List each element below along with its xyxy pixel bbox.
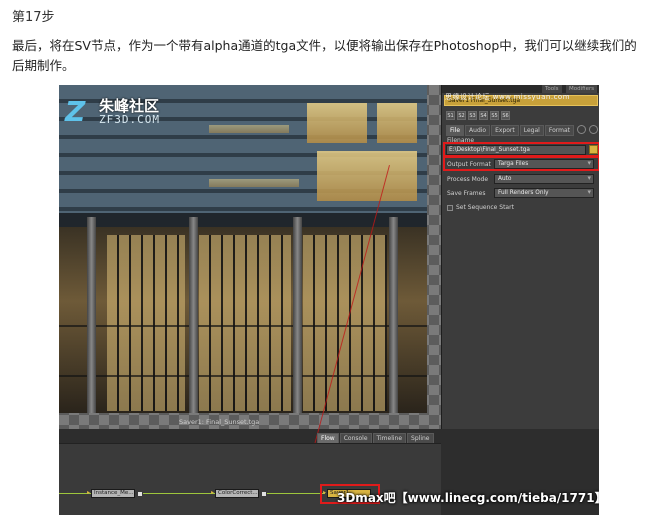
wire-arrow-icon: ▸ — [211, 489, 215, 496]
node-instance[interactable]: Instance_Me... — [91, 489, 135, 498]
bottom-watermark: 3Dmax吧【www.linecg.com/tieba/1771】 — [337, 491, 599, 505]
flow-wire — [267, 493, 325, 494]
wire-arrow-icon: ▸ — [87, 489, 91, 496]
chip-s4[interactable]: S4 — [479, 111, 488, 120]
article-description: 最后，将在SV节点，作为一个带有alpha通道的tga文件，以便将输出保存在Ph… — [12, 38, 637, 73]
highlight-filename — [443, 142, 599, 157]
node-colorcorrect[interactable]: ColorCorrect... — [215, 489, 259, 498]
tab-modifiers[interactable]: Modifiers — [566, 85, 598, 93]
save-frames-label: Save Frames — [447, 190, 486, 197]
screenshot-fusion: Z 朱峰社区 ZF3D.COM Saver1: Final_Sunset.tga… — [59, 85, 599, 515]
chip-s5[interactable]: S5 — [490, 111, 499, 120]
chip-s2[interactable]: S2 — [457, 111, 466, 120]
chip-s6[interactable]: S6 — [501, 111, 510, 120]
logo-z-icon: Z — [65, 95, 86, 128]
radiation-icon[interactable] — [577, 125, 586, 134]
version-chips: S1 S2 S3 S4 S5 S6 — [446, 111, 510, 120]
process-mode-label: Process Mode — [447, 176, 489, 183]
set-sequence-start-checkbox[interactable] — [447, 204, 453, 211]
set-sequence-start-row[interactable]: Set Sequence Start — [447, 204, 514, 211]
watermark-top: 思缘设计论坛 www.missyuan.com — [445, 93, 571, 101]
step-title: 第17步 — [12, 10, 55, 25]
tab-audio[interactable]: Audio — [465, 125, 491, 136]
logo-text-cn: 朱峰社区 — [99, 97, 160, 115]
chip-s3[interactable]: S3 — [468, 111, 477, 120]
render-image — [59, 85, 427, 413]
saver-tabs: File Audio Export Legal Format — [446, 125, 599, 136]
highlight-output-format — [443, 156, 599, 171]
set-sequence-start-label: Set Sequence Start — [456, 204, 514, 211]
inspector-panel: Tools Modifiers Saver1 Final_Sunset.tga … — [441, 85, 599, 429]
site-logo: Z 朱峰社区 ZF3D.COM — [65, 97, 160, 127]
process-mode-select[interactable]: Auto — [494, 174, 594, 184]
viewer-caption: Saver1: Final_Sunset.tga — [179, 418, 260, 426]
tab-legal[interactable]: Legal — [519, 125, 544, 136]
logo-text-en: ZF3D.COM — [99, 113, 160, 126]
circle-icon[interactable] — [589, 125, 598, 134]
flow-wire — [143, 493, 215, 494]
tab-format[interactable]: Format — [544, 125, 574, 136]
chip-s1[interactable]: S1 — [446, 111, 455, 120]
node-output-pin[interactable] — [262, 492, 266, 496]
node-output-pin[interactable] — [138, 492, 142, 496]
tab-file[interactable]: File — [446, 125, 465, 136]
viewer-panel: Z 朱峰社区 ZF3D.COM Saver1: Final_Sunset.tga — [59, 85, 441, 429]
tab-export[interactable]: Export — [491, 125, 519, 136]
save-frames-select[interactable]: Full Renders Only — [494, 188, 594, 198]
